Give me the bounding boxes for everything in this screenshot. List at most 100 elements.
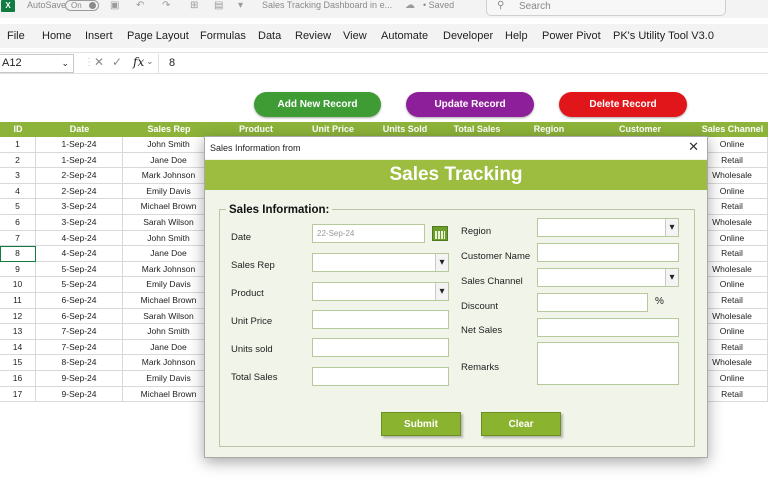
cell-date[interactable]: 3-Sep-24 [36, 199, 123, 215]
menu-developer[interactable]: Developer [443, 30, 493, 42]
cell-id[interactable]: 14 [0, 339, 36, 356]
submit-button[interactable]: Submit [381, 412, 461, 436]
add-new-record-button[interactable]: Add New Record [254, 92, 381, 117]
cell-date[interactable]: 5-Sep-24 [36, 261, 123, 278]
cell-id[interactable]: 3 [0, 168, 36, 184]
cell-id[interactable]: 13 [0, 324, 36, 340]
menu-page-layout[interactable]: Page Layout [127, 30, 189, 42]
form-icon[interactable]: ▤ [214, 0, 223, 11]
header-id[interactable]: ID [0, 122, 36, 137]
delete-record-button[interactable]: Delete Record [559, 92, 687, 117]
net-sales-field[interactable] [537, 318, 679, 337]
menu-help[interactable]: Help [505, 30, 528, 42]
formula-expand-icon[interactable]: ⌄ [146, 56, 154, 67]
cell-id[interactable]: 4 [0, 183, 36, 200]
cell-date[interactable]: 7-Sep-24 [36, 324, 123, 340]
cell-id[interactable]: 12 [0, 308, 36, 325]
discount-field[interactable] [537, 293, 648, 312]
cell-date[interactable]: 1-Sep-24 [36, 137, 123, 153]
cell-id[interactable]: 1 [0, 137, 36, 153]
menu-formulas[interactable]: Formulas [200, 30, 246, 42]
header-unit-price[interactable]: Unit Price [297, 122, 369, 137]
customer-name-field[interactable] [537, 243, 679, 262]
menu-view[interactable]: View [343, 30, 367, 42]
search-box[interactable]: ⚲ Search [486, 0, 726, 16]
cell-sales-rep[interactable]: Emily Davis [123, 183, 215, 200]
remarks-field[interactable] [537, 342, 679, 385]
cell-sales-rep[interactable]: John Smith [123, 137, 215, 153]
cell-date[interactable]: 2-Sep-24 [36, 183, 123, 200]
cell-sales-rep[interactable]: Emily Davis [123, 371, 215, 387]
cell-id[interactable]: 10 [0, 277, 36, 293]
cell-sales-rep[interactable]: Mark Johnson [123, 355, 215, 371]
cell-date[interactable]: 6-Sep-24 [36, 293, 123, 309]
cell-sales-rep[interactable]: Michael Brown [123, 199, 215, 215]
sales-rep-dropdown[interactable] [312, 253, 449, 272]
cell-id[interactable]: 15 [0, 355, 36, 371]
menu-utility-tool[interactable]: PK's Utility Tool V3.0 [613, 30, 714, 42]
cell-sales-rep[interactable]: Michael Brown [123, 386, 215, 403]
cell-sales-rep[interactable]: Jane Doe [123, 246, 215, 262]
total-sales-field[interactable] [312, 367, 449, 386]
update-record-button[interactable]: Update Record [406, 92, 534, 117]
cancel-icon[interactable]: ✕ [94, 55, 104, 69]
units-sold-field[interactable] [312, 338, 449, 357]
cell-date[interactable]: 4-Sep-24 [36, 230, 123, 247]
more-icon[interactable]: ▾ [238, 0, 243, 11]
cell-id[interactable]: 7 [0, 230, 36, 247]
unit-price-field[interactable] [312, 310, 449, 329]
menu-insert[interactable]: Insert [85, 30, 113, 42]
redo-icon[interactable]: ↷ [162, 0, 170, 11]
chevron-down-icon[interactable]: ⌄ [61, 55, 69, 72]
cell-date[interactable]: 1-Sep-24 [36, 152, 123, 169]
menu-home[interactable]: Home [42, 30, 71, 42]
cell-sales-rep[interactable]: Mark Johnson [123, 168, 215, 184]
cell-id[interactable]: 16 [0, 371, 36, 387]
formula-input[interactable]: 8 [158, 54, 768, 73]
header-product[interactable]: Product [215, 122, 297, 137]
region-dropdown[interactable] [537, 218, 679, 237]
saved-status[interactable]: • Saved [423, 0, 454, 11]
cell-id[interactable]: 11 [0, 293, 36, 309]
cell-date[interactable]: 3-Sep-24 [36, 215, 123, 231]
cell-date[interactable]: 8-Sep-24 [36, 355, 123, 371]
close-icon[interactable]: ✕ [688, 139, 699, 155]
header-total-sales[interactable]: Total Sales [441, 122, 513, 137]
cell-id[interactable]: 8 [0, 246, 36, 262]
header-customer[interactable]: Customer [585, 122, 695, 137]
cell-id[interactable]: 6 [0, 215, 36, 231]
cell-date[interactable]: 9-Sep-24 [36, 386, 123, 403]
date-field[interactable]: 22-Sep-24 [312, 224, 425, 243]
undo-icon[interactable]: ↶ [136, 0, 144, 11]
autosave-toggle[interactable]: On [65, 0, 99, 11]
insert-function-icon[interactable]: fx [133, 55, 144, 69]
header-date[interactable]: Date [36, 122, 123, 137]
cell-sales-rep[interactable]: Mark Johnson [123, 261, 215, 278]
cell-date[interactable]: 2-Sep-24 [36, 168, 123, 184]
cell-sales-rep[interactable]: Emily Davis [123, 277, 215, 293]
header-sales-rep[interactable]: Sales Rep [123, 122, 215, 137]
cell-date[interactable]: 9-Sep-24 [36, 371, 123, 387]
cell-id[interactable]: 9 [0, 261, 36, 278]
cell-date[interactable]: 6-Sep-24 [36, 308, 123, 325]
cell-id[interactable]: 2 [0, 152, 36, 169]
cell-sales-rep[interactable]: John Smith [123, 324, 215, 340]
cell-date[interactable]: 7-Sep-24 [36, 339, 123, 356]
clear-button[interactable]: Clear [481, 412, 561, 436]
sales-channel-dropdown[interactable] [537, 268, 679, 287]
header-units-sold[interactable]: Units Sold [369, 122, 441, 137]
header-region[interactable]: Region [513, 122, 585, 137]
menu-power-pivot[interactable]: Power Pivot [542, 30, 601, 42]
menu-file[interactable]: File [7, 30, 25, 42]
menu-automate[interactable]: Automate [381, 30, 428, 42]
cell-sales-rep[interactable]: Sarah Wilson [123, 215, 215, 231]
save-icon[interactable]: ▣ [110, 0, 119, 11]
header-sales-channel[interactable]: Sales Channel [697, 122, 768, 137]
cell-id[interactable]: 5 [0, 199, 36, 215]
name-box[interactable]: A12 ⌄ [0, 54, 74, 73]
cell-sales-rep[interactable]: Jane Doe [123, 152, 215, 169]
confirm-icon[interactable]: ✓ [112, 55, 122, 69]
product-dropdown[interactable] [312, 282, 449, 301]
cell-sales-rep[interactable]: Jane Doe [123, 339, 215, 356]
calendar-icon[interactable] [432, 226, 448, 241]
